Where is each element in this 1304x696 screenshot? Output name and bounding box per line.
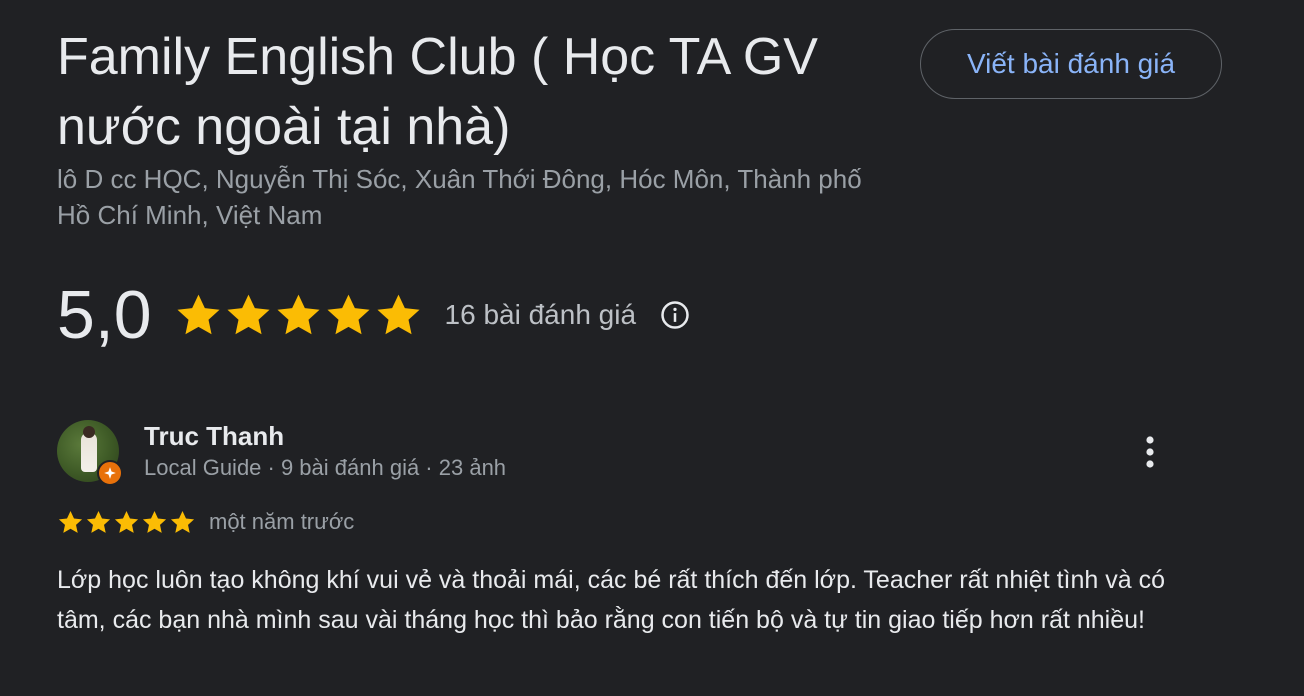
more-options-button[interactable] [1135, 430, 1165, 474]
star-icon [327, 294, 370, 334]
rating-stars [174, 291, 423, 340]
review-time: một năm trước [209, 509, 355, 534]
rating-summary: 5,0 16 bài đánh giá [57, 275, 690, 355]
star-icon [170, 510, 195, 533]
review-rating: một năm trước [57, 506, 354, 538]
rating-value: 5,0 [57, 277, 152, 353]
info-icon[interactable] [660, 300, 690, 330]
star-icon [114, 510, 139, 533]
star-icon [142, 510, 167, 533]
reviewer-meta[interactable]: Local Guide · 9 bài đánh giá · 23 ảnh [144, 453, 506, 483]
avatar[interactable] [57, 420, 123, 486]
reviewer-name[interactable]: Truc Thanh [144, 418, 284, 454]
review-stars [57, 509, 196, 536]
place-address: lô D cc HQC, Nguyễn Thị Sóc, Xuân Thới Đ… [57, 164, 862, 230]
review-count-link[interactable]: 16 bài đánh giá [445, 299, 637, 331]
place-title: Family English Club ( Học TA GV nước ngo… [57, 28, 818, 156]
more-vert-icon [1146, 436, 1154, 468]
star-icon [177, 294, 220, 334]
review-text: Lớp học luôn tạo không khí vui vẻ và tho… [57, 566, 1165, 634]
star-icon [58, 510, 83, 533]
write-review-button[interactable]: Viết bài đánh giá [920, 29, 1222, 99]
star-icon [277, 294, 320, 334]
star-icon [86, 510, 111, 533]
star-icon [227, 294, 270, 334]
local-guide-badge-icon [97, 460, 123, 486]
star-icon [377, 294, 420, 334]
